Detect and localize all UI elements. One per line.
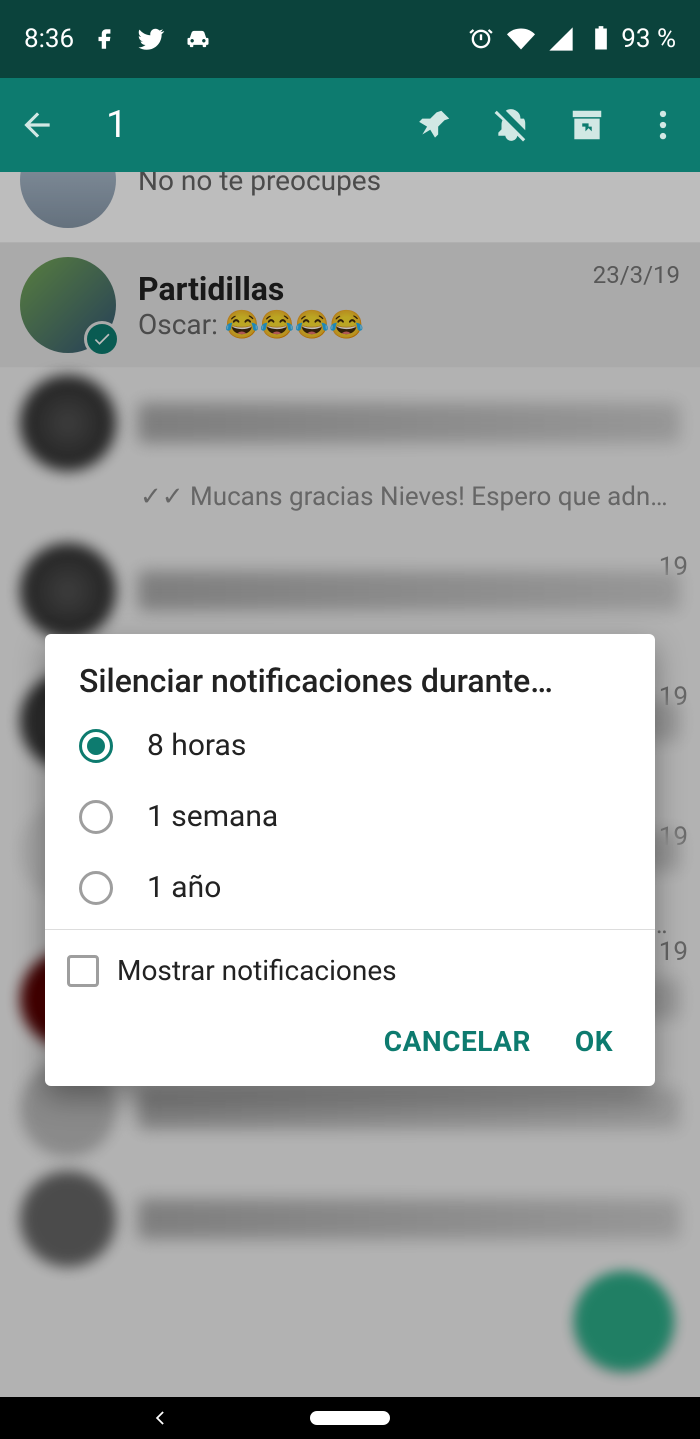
selection-count: 1 xyxy=(86,103,386,147)
nav-home-pill[interactable] xyxy=(310,1411,390,1425)
dialog-title: Silenciar notificaciones durante… xyxy=(45,662,655,710)
system-status-bar: 8:36 93 % xyxy=(0,0,700,78)
mute-option-1y[interactable]: 1 año xyxy=(45,852,655,923)
twitter-icon xyxy=(136,24,166,54)
show-notifications-checkbox[interactable]: Mostrar notificaciones xyxy=(45,930,655,1011)
more-icon[interactable] xyxy=(644,106,682,144)
battery-indicator: 93 % xyxy=(587,24,676,54)
radio-icon xyxy=(79,871,113,905)
status-clock: 8:36 xyxy=(24,24,74,54)
modal-overlay[interactable]: Silenciar notificaciones durante… 8 hora… xyxy=(0,172,700,1397)
wifi-icon xyxy=(507,25,535,53)
option-label: 1 año xyxy=(147,870,221,905)
nav-back-icon[interactable] xyxy=(150,1408,170,1428)
mute-icon[interactable] xyxy=(492,106,530,144)
pin-icon[interactable] xyxy=(416,106,454,144)
chat-list: No no te preocupes Partidillas Oscar: 😂😂… xyxy=(0,172,700,1397)
back-icon[interactable] xyxy=(18,106,56,144)
mute-option-1w[interactable]: 1 semana xyxy=(45,781,655,852)
archive-icon[interactable] xyxy=(568,106,606,144)
car-icon xyxy=(184,25,212,53)
mute-option-8h[interactable]: 8 horas xyxy=(45,710,655,781)
signal-icon xyxy=(547,25,575,53)
alarm-icon xyxy=(467,25,495,53)
radio-icon xyxy=(79,800,113,834)
ok-button[interactable]: OK xyxy=(575,1025,613,1058)
option-label: 1 semana xyxy=(147,799,278,834)
option-label: 8 horas xyxy=(147,728,246,763)
checkbox-label: Mostrar notificaciones xyxy=(117,954,397,987)
mute-dialog: Silenciar notificaciones durante… 8 hora… xyxy=(45,634,655,1086)
selection-app-bar: 1 xyxy=(0,78,700,172)
cancel-button[interactable]: CANCELAR xyxy=(384,1025,531,1058)
checkbox-icon xyxy=(67,955,99,987)
radio-icon xyxy=(79,729,113,763)
facebook-icon xyxy=(92,26,118,52)
system-nav-bar xyxy=(0,1397,700,1439)
